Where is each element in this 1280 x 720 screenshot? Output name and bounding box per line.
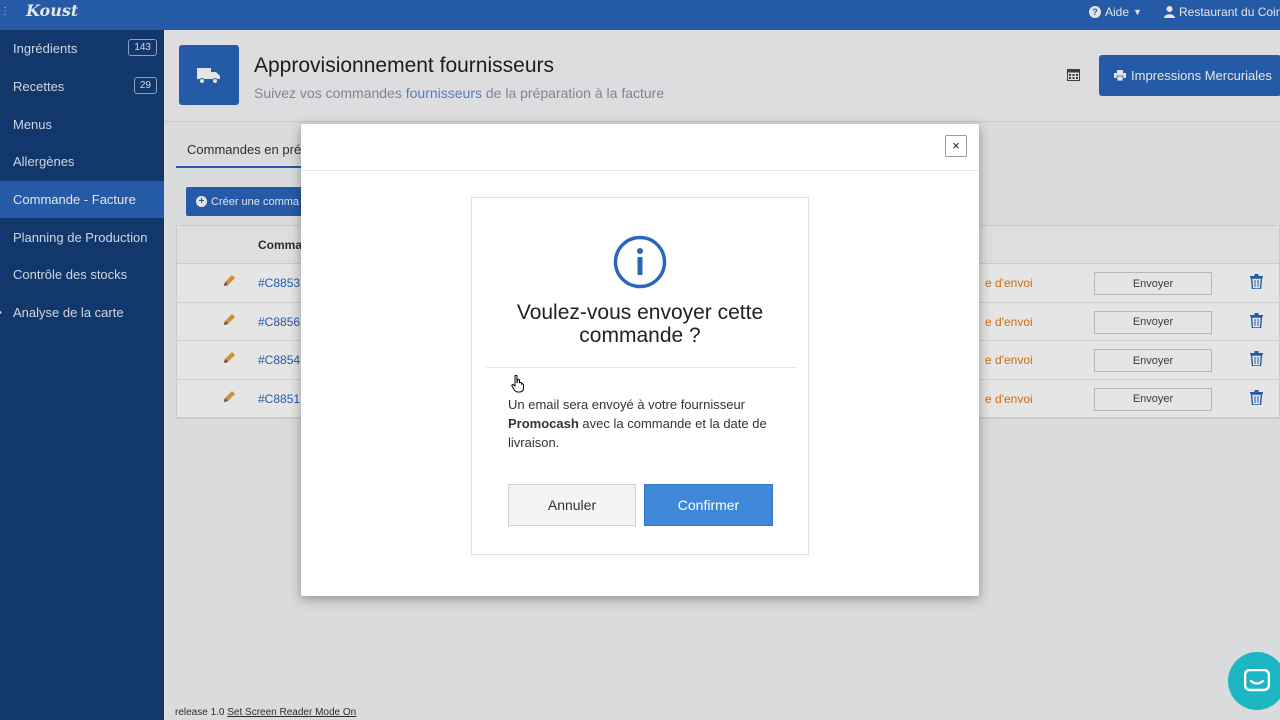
chat-icon xyxy=(1244,669,1270,692)
dialog-title-line: Voulez-vous envoyer cette xyxy=(516,301,764,324)
info-icon xyxy=(613,235,667,289)
chat-launcher[interactable] xyxy=(1228,652,1280,710)
dialog-title-line: commande ? xyxy=(579,324,701,347)
cancel-button[interactable]: Annuler xyxy=(508,484,636,526)
hand-pointer-icon xyxy=(511,375,524,393)
divider xyxy=(486,367,796,368)
modal-header: × xyxy=(301,124,979,171)
close-button[interactable]: × xyxy=(945,135,967,157)
dialog-message: Un email sera envoyé à votre fournisseur… xyxy=(508,395,778,452)
dialog-title: Voulez-vous envoyer cette commande ? xyxy=(472,301,808,347)
confirm-send-modal: × Voulez-vous envoyer cette commande ? U… xyxy=(301,124,979,596)
message-text: Un email sera envoyé à votre fournisseur xyxy=(508,397,746,412)
supplier-name: Promocash xyxy=(508,416,579,431)
confirm-button[interactable]: Confirmer xyxy=(644,484,773,526)
